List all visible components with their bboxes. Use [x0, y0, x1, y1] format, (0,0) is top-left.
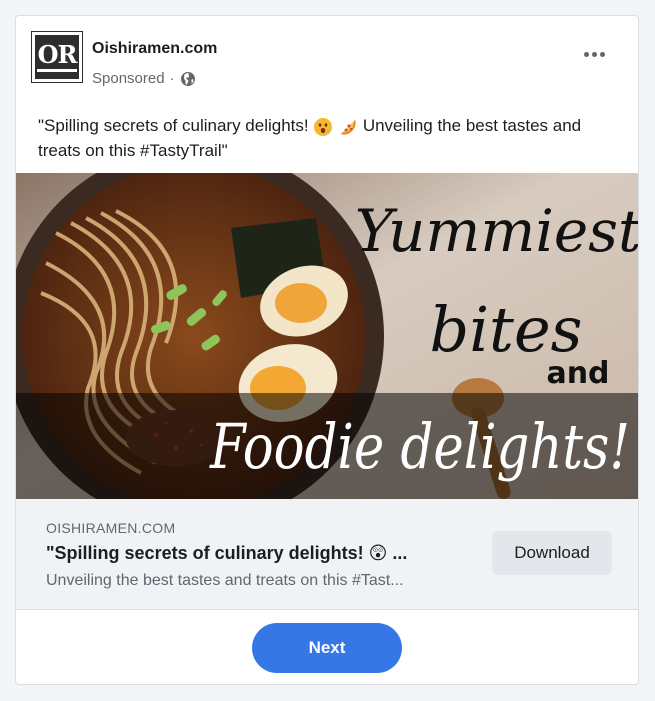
egg-top-yolk	[275, 283, 327, 323]
ad-hero-image[interactable]: Yummiest bites and Foodie delights!	[16, 173, 638, 499]
post-header: OR Oishiramen.com Sponsored ·	[31, 31, 622, 87]
pizza-emoji	[341, 119, 356, 135]
link-domain: OISHIRAMEN.COM	[46, 520, 176, 536]
hero-line4: Foodie delights!	[209, 410, 630, 483]
page-name-link[interactable]: Oishiramen.com	[92, 40, 217, 58]
more-options-button[interactable]	[574, 42, 614, 66]
sponsored-label: Sponsored	[92, 70, 165, 87]
hero-line3: and	[546, 356, 609, 391]
logo-text: OR	[37, 39, 78, 69]
hero-line1: Yummiest	[355, 197, 638, 265]
caption-text-part1: "Spilling secrets of culinary delights!	[38, 116, 314, 135]
more-options-icon	[583, 51, 589, 57]
logo-rule	[37, 68, 77, 72]
sponsored-row: Sponsored ·	[92, 70, 196, 87]
more-options-dot	[591, 51, 597, 57]
separator-dot: ·	[169, 70, 175, 87]
drooling-face-emoji	[314, 117, 333, 136]
globe-icon[interactable]	[180, 71, 196, 87]
page-logo[interactable]: OR	[31, 31, 83, 83]
link-preview[interactable]: OISHIRAMEN.COM "Spilling secrets of culi…	[16, 499, 638, 609]
link-title: "Spilling secrets of culinary delights! …	[46, 543, 408, 563]
download-button[interactable]: Download	[492, 531, 612, 575]
more-options-dot	[599, 51, 605, 57]
next-button[interactable]: Next	[252, 623, 402, 673]
link-description: Unveiling the best tastes and treats on …	[46, 572, 404, 589]
ramen-illustration: Yummiest bites and Foodie delights!	[16, 173, 638, 499]
ad-post-card: OR Oishiramen.com Sponsored · "Spilling …	[15, 15, 639, 685]
post-caption: "Spilling secrets of culinary delights! …	[38, 113, 628, 163]
divider	[16, 609, 638, 610]
